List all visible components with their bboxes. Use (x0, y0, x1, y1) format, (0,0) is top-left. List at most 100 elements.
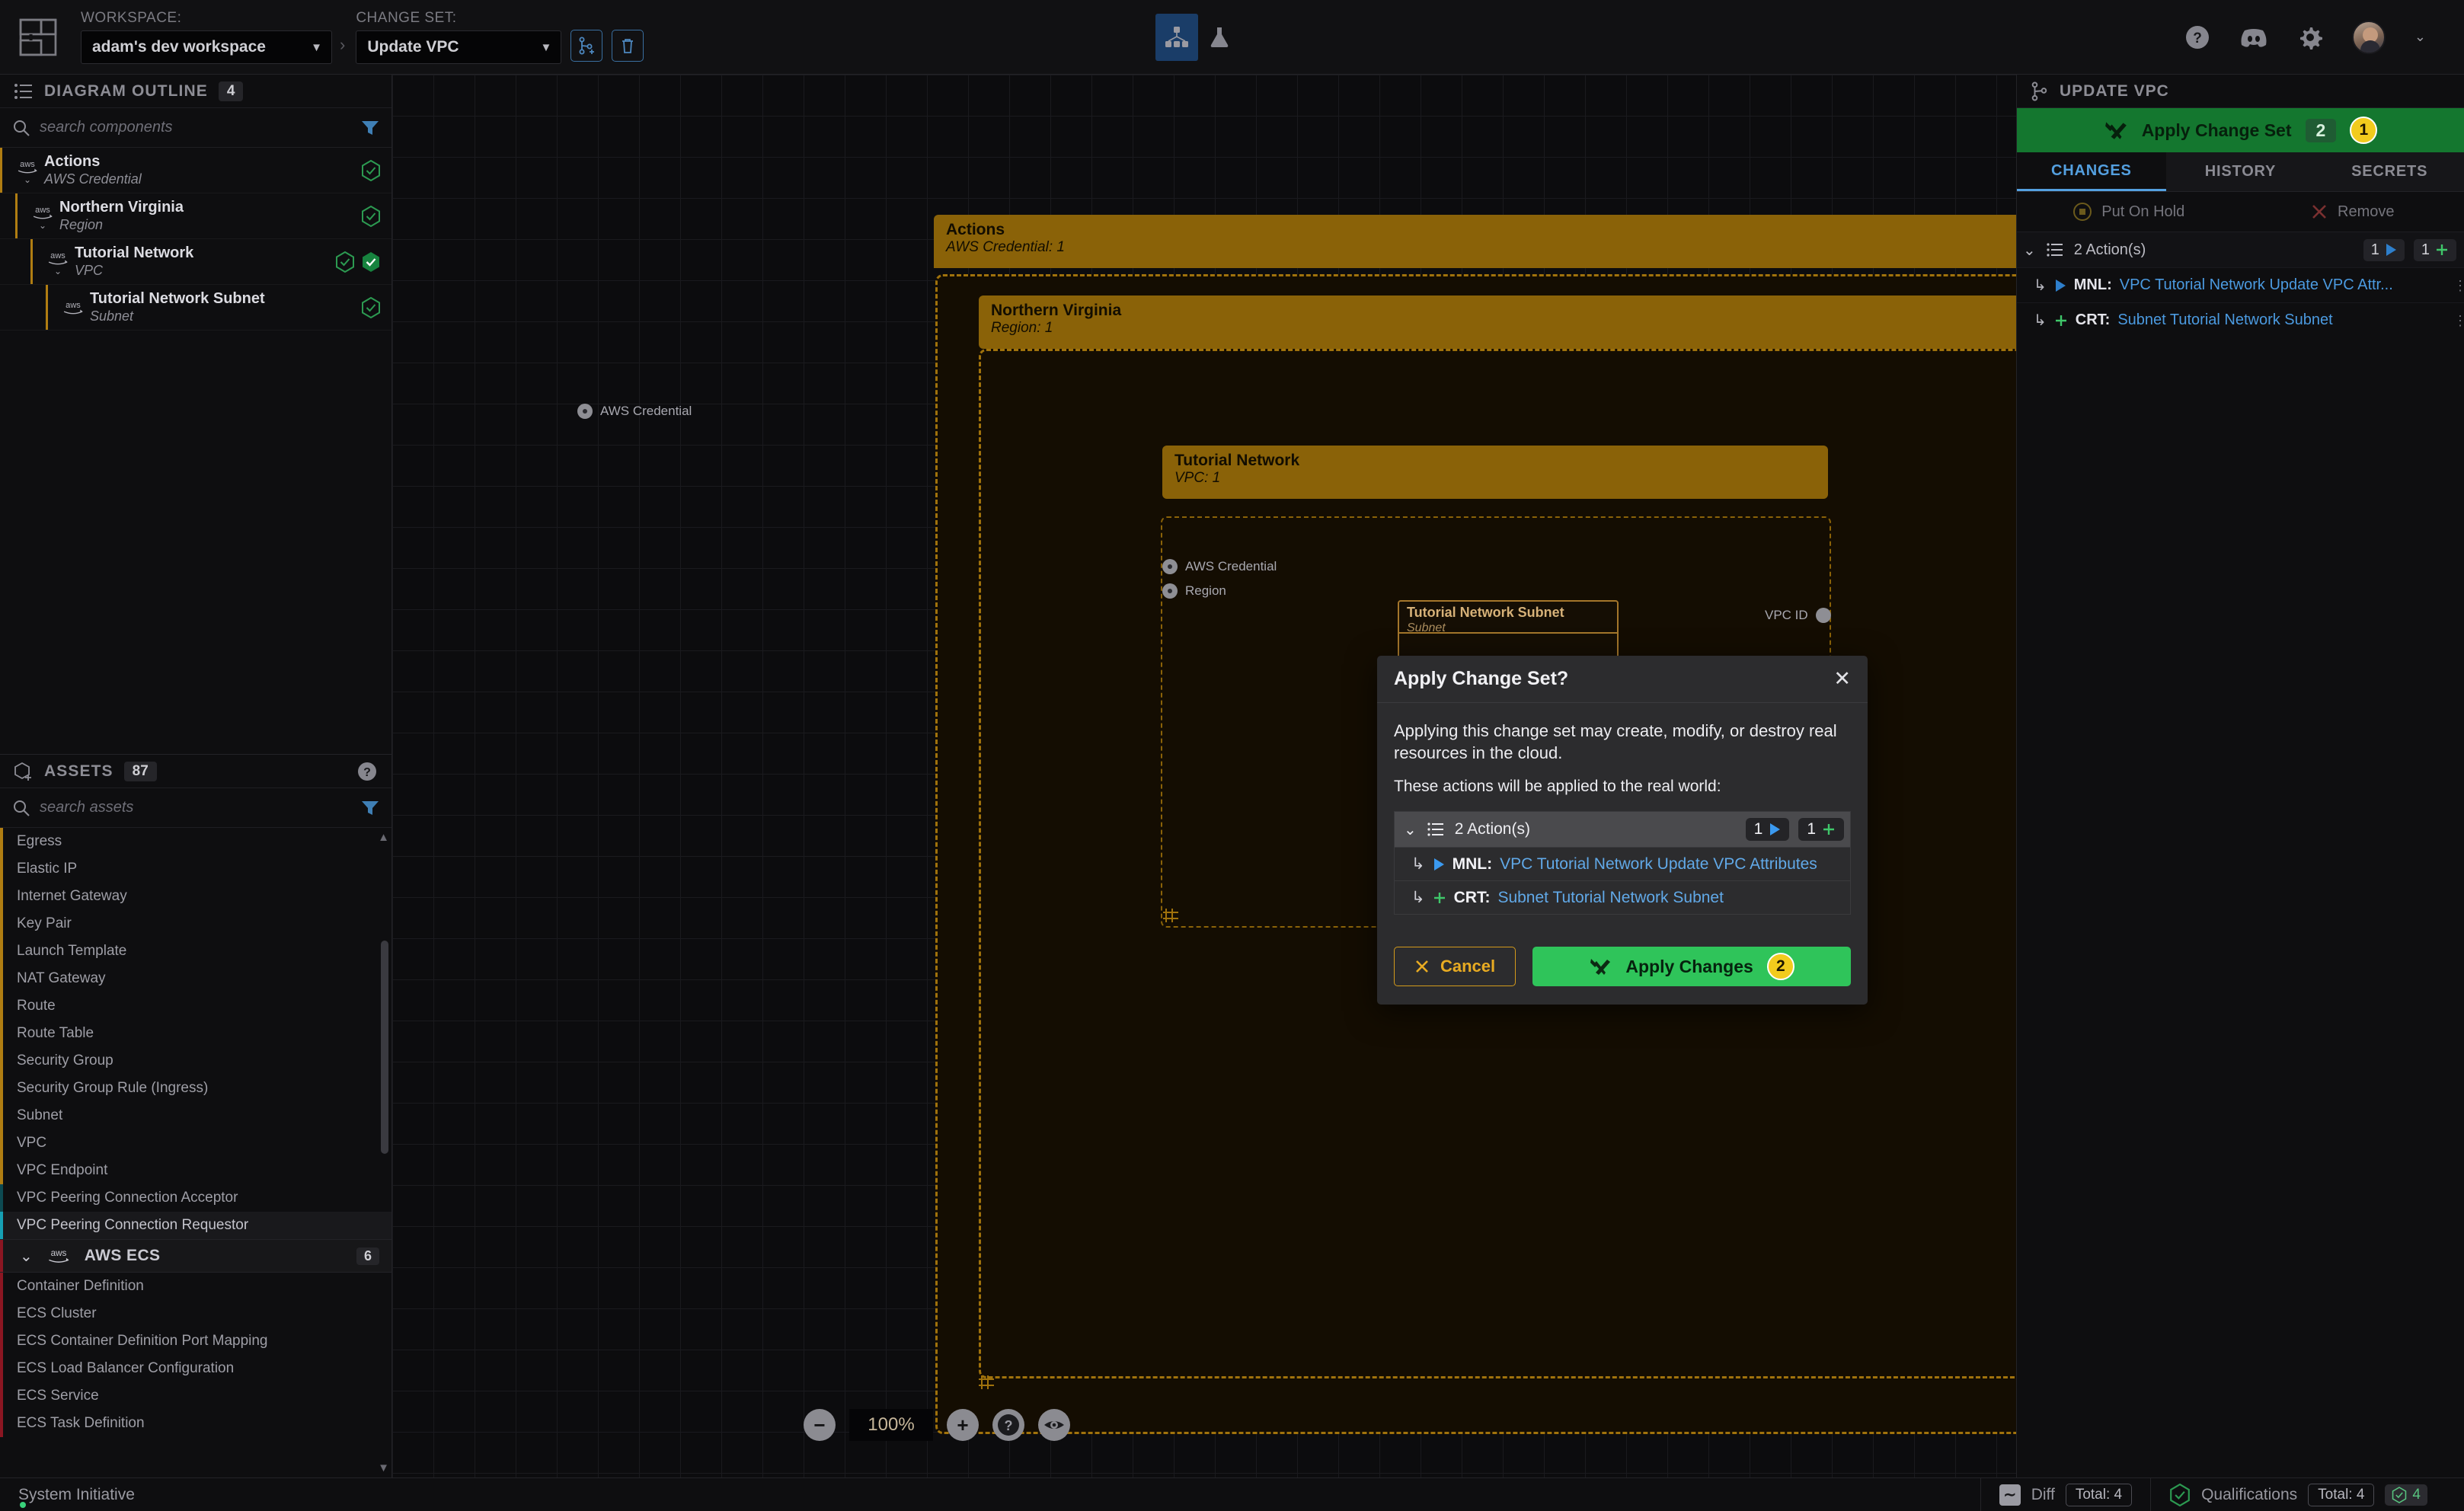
chevron-down-icon[interactable]: ⌄ (20, 1247, 33, 1266)
plus-icon (2437, 244, 2447, 255)
asset-row[interactable]: ECS Container Definition Port Mapping (0, 1327, 391, 1355)
tab-diagram[interactable] (1155, 14, 1198, 61)
apply-change-set-button[interactable]: Apply Change Set 2 1 (2017, 108, 2464, 152)
outline-item-status (361, 296, 381, 318)
outline-item-actions[interactable]: aws ⌄ Actions AWS Credential (0, 148, 391, 193)
asset-row[interactable]: Subnet (0, 1102, 391, 1129)
action-kind: MNL: (1452, 855, 1493, 873)
asset-rail (0, 1184, 3, 1212)
actions-header[interactable]: ⌄ 2 Action(s) 1 1 (2017, 232, 2464, 267)
plus-icon (1823, 824, 1834, 835)
action-row[interactable]: ↳ CRT: Subnet Tutorial Network Subnet ⋮ (2017, 302, 2464, 337)
asset-rail (0, 828, 3, 855)
create-count-pill: 1 (2413, 238, 2456, 261)
action-menu-icon[interactable]: ⋮ (2453, 279, 2464, 292)
changeset-select[interactable]: Update VPC ▼ (356, 30, 562, 64)
asset-row[interactable]: Elastic IP (0, 855, 391, 883)
modal-actions-header[interactable]: ⌄ 2 Action(s) 1 1 (1395, 812, 1850, 848)
asset-group-aws-ecs[interactable]: ⌄ aws AWS ECS 6 (0, 1239, 391, 1273)
chevron-down-icon[interactable]: ⌄ (2023, 241, 2036, 260)
asset-row[interactable]: Route Table (0, 1020, 391, 1047)
put-on-hold-button[interactable]: Put On Hold (2017, 202, 2241, 222)
changeset-field: CHANGE SET: Update VPC ▼ (356, 10, 562, 64)
discord-icon[interactable] (2239, 26, 2268, 49)
left-sidebar: DIAGRAM OUTLINE 4 aws ⌄ (0, 75, 392, 1477)
action-label[interactable]: Subnet Tutorial Network Subnet (1497, 889, 1724, 907)
asset-row[interactable]: Route (0, 992, 391, 1020)
assets-title: ASSETS (44, 762, 113, 780)
asset-row[interactable]: Egress (0, 828, 391, 855)
outline-item-tutorial-network-subnet[interactable]: aws Tutorial Network Subnet Subnet (0, 285, 391, 331)
filter-icon[interactable] (361, 120, 379, 136)
create-count: 1 (2421, 241, 2430, 258)
scroll-up-arrow-icon[interactable]: ▲ (378, 831, 389, 844)
asset-row[interactable]: NAT Gateway (0, 965, 391, 992)
asset-row[interactable]: ECS Load Balancer Configuration (0, 1355, 391, 1382)
asset-row[interactable]: Container Definition (0, 1273, 391, 1300)
action-menu-icon[interactable]: ⋮ (2453, 314, 2464, 327)
assets-panel: ASSETS 87 ? search assets Egress Elastic… (0, 754, 391, 1477)
asset-row[interactable]: VPC Endpoint (0, 1157, 391, 1184)
create-changeset-button[interactable] (570, 29, 603, 62)
action-row[interactable]: ↳ MNL: VPC Tutorial Network Update VPC A… (2017, 267, 2464, 302)
modal-actions-list: ⌄ 2 Action(s) 1 1 ↳ MNL: VPC Tutorial Ne… (1394, 811, 1851, 915)
diff-segment[interactable]: ∼ Diff Total: 4 (1980, 1478, 2150, 1511)
action-label[interactable]: Subnet Tutorial Network Subnet (2117, 311, 2332, 329)
apply-changes-button[interactable]: Apply Changes 2 (1532, 947, 1851, 987)
asset-row[interactable]: Internet Gateway (0, 883, 391, 910)
remove-label: Remove (2338, 203, 2395, 220)
asset-row[interactable]: VPC (0, 1129, 391, 1157)
flask-icon (1210, 27, 1229, 47)
action-label[interactable]: VPC Tutorial Network Update VPC Attribut… (1500, 855, 1817, 874)
action-label[interactable]: VPC Tutorial Network Update VPC Attr... (2120, 276, 2393, 294)
search-components-input[interactable] (40, 119, 352, 136)
tab-history[interactable]: HISTORY (2165, 152, 2315, 191)
tab-changes[interactable]: CHANGES (2017, 152, 2166, 191)
asset-rail (0, 1355, 3, 1382)
app-logo[interactable] (0, 17, 76, 58)
chevron-down-icon[interactable]: ⌄ (54, 267, 62, 276)
diagram-canvas[interactable]: Actions AWS Credential: 1 Northern Virgi… (392, 75, 2016, 1477)
workspace-select[interactable]: adam's dev workspace ▼ (81, 30, 332, 64)
search-assets-input[interactable] (40, 799, 352, 816)
outline-item-name: Actions (44, 152, 101, 170)
scroll-down-arrow-icon[interactable]: ▼ (378, 1461, 389, 1474)
close-icon[interactable]: ✕ (1833, 667, 1851, 691)
chevron-down-icon[interactable]: ⌄ (24, 175, 31, 184)
help-circle-icon[interactable]: ? (2184, 24, 2210, 50)
asset-row[interactable]: Security Group Rule (Ingress) (0, 1075, 391, 1102)
asset-row-label: ECS Container Definition Port Mapping (17, 1333, 268, 1349)
asset-row[interactable]: Key Pair (0, 910, 391, 938)
avatar[interactable] (2351, 20, 2386, 54)
plus-icon (1433, 892, 1445, 903)
outline-item-northern-virginia[interactable]: aws ⌄ Northern Virginia Region (0, 193, 391, 239)
tab-secrets[interactable]: SECRETS (2315, 152, 2464, 191)
assets-scrollbar-thumb[interactable] (381, 941, 388, 1154)
asset-row[interactable]: ECS Service (0, 1382, 391, 1410)
manual-count: 1 (2370, 241, 2379, 258)
asset-row[interactable]: VPC Peering Connection Acceptor (0, 1184, 391, 1212)
asset-row[interactable]: VPC Peering Connection Requestor (0, 1212, 391, 1239)
outline-item-tutorial-network[interactable]: aws ⌄ Tutorial Network VPC (0, 239, 391, 285)
help-circle-icon[interactable]: ? (356, 761, 378, 782)
remove-button[interactable]: Remove (2241, 203, 2464, 221)
tab-lab[interactable] (1198, 14, 1241, 61)
asset-row[interactable]: ECS Cluster (0, 1300, 391, 1327)
asset-row[interactable]: Launch Template (0, 938, 391, 965)
chevron-down-icon[interactable]: ⌄ (39, 221, 46, 230)
filter-icon[interactable] (361, 800, 379, 816)
assets-list[interactable]: Egress Elastic IP Internet Gateway Key Pair… (0, 828, 391, 1477)
delete-changeset-button[interactable] (612, 29, 644, 62)
asset-row[interactable]: ECS Task Definition (0, 1410, 391, 1437)
modal-action-row[interactable]: ↳ CRT: Subnet Tutorial Network Subnet (1395, 880, 1850, 915)
chevron-down-icon[interactable]: ⌄ (1404, 820, 1417, 839)
cancel-button[interactable]: Cancel (1394, 947, 1516, 987)
asset-row[interactable]: Security Group (0, 1047, 391, 1075)
modal-action-row[interactable]: ↳ MNL: VPC Tutorial Network Update VPC A… (1395, 847, 1850, 881)
chevron-down-icon[interactable]: ⌄ (2414, 29, 2426, 45)
qualifications-segment[interactable]: Qualifications Total: 4 4 (2150, 1478, 2446, 1511)
gear-icon[interactable] (2297, 24, 2323, 50)
workspace-label: WORKSPACE: (81, 10, 182, 26)
changeset-label: CHANGE SET: (356, 10, 457, 26)
status-bar-right: ∼ Diff Total: 4 Qualifications Total: 4 … (1980, 1478, 2446, 1511)
